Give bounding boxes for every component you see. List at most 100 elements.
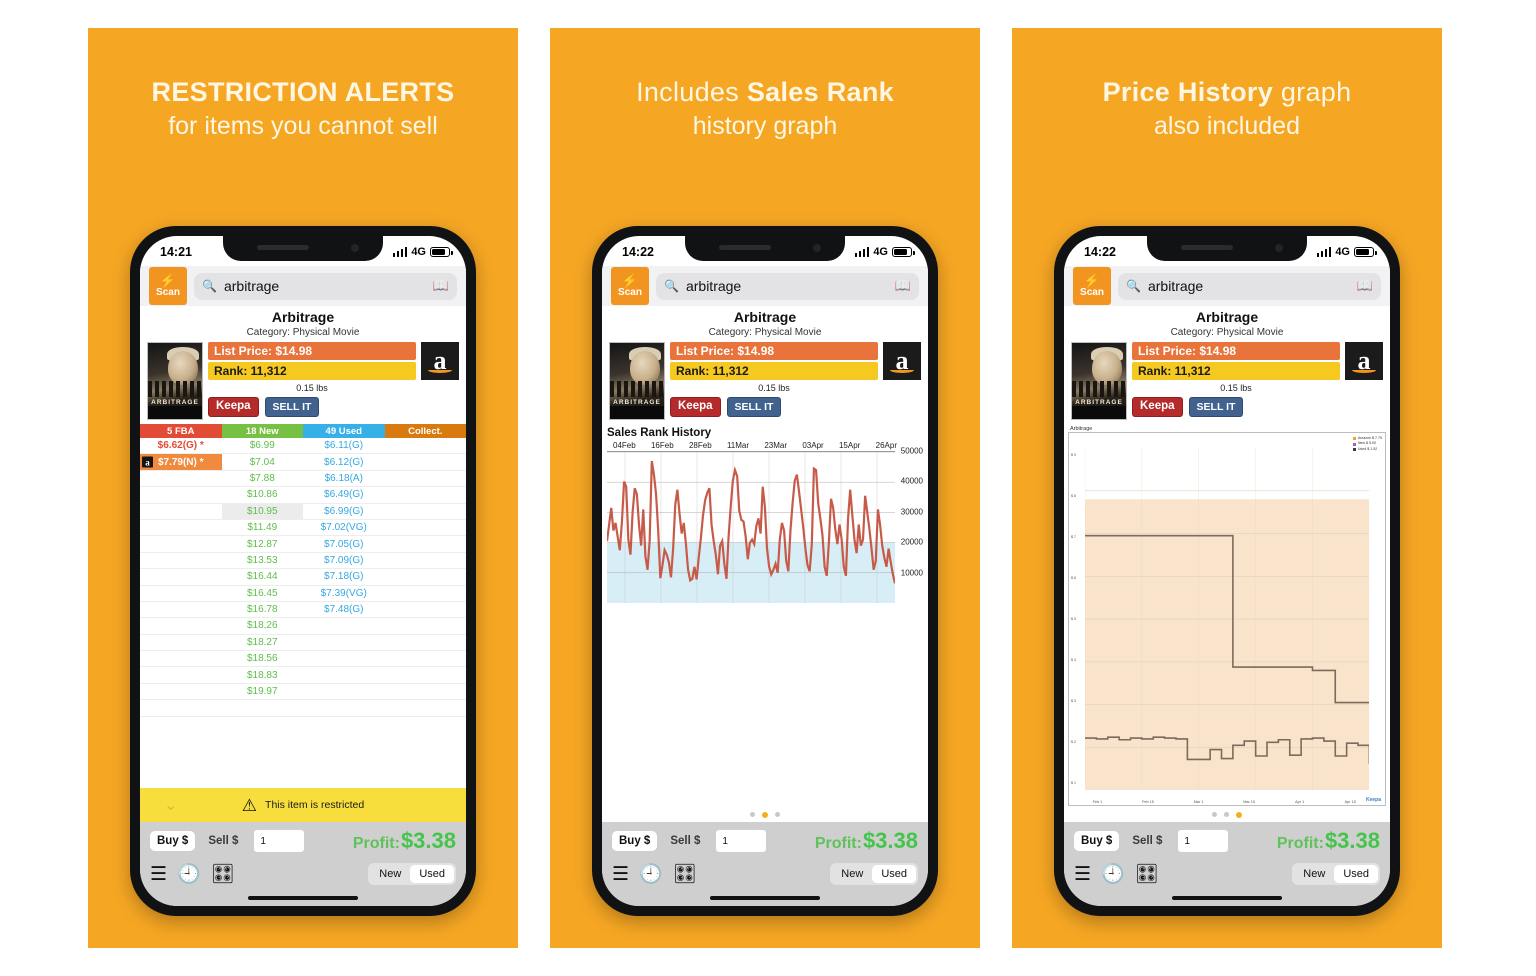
- table-row[interactable]: $10.86 $6.49(G): [140, 487, 466, 504]
- table-row[interactable]: $7.79(N) * a $7.04 $6.12(G): [140, 454, 466, 471]
- sliders-icon[interactable]: 🎛: [1135, 865, 1159, 884]
- cell-fba: [140, 651, 222, 666]
- cell-used: $7.09(G): [324, 554, 364, 566]
- condition-new[interactable]: New: [832, 865, 872, 883]
- search-value: arbitrage: [685, 278, 742, 294]
- sell-price-button[interactable]: Sell $: [201, 831, 245, 851]
- bottom-toolbar: Buy $ Sell $ 1 Profit: $3.38 ☰ 🕘 🎛 New U…: [140, 822, 466, 906]
- page-indicator-dots[interactable]: [602, 806, 928, 822]
- sell-it-button[interactable]: SELL IT: [1188, 397, 1244, 417]
- table-row[interactable]: $7.88 $6.18(A): [140, 471, 466, 488]
- page-dot-3[interactable]: [775, 812, 780, 817]
- table-row[interactable]: $6.62(G) * $6.99 $6.11(G): [140, 438, 466, 455]
- table-row[interactable]: $12.87 $7.05(G): [140, 536, 466, 553]
- sell-price-button[interactable]: Sell $: [663, 831, 707, 851]
- history-clock-icon[interactable]: 🕘: [1101, 865, 1125, 884]
- quantity-input[interactable]: 1: [1177, 829, 1230, 853]
- page-indicator-dots[interactable]: [1064, 806, 1390, 822]
- cell-new: $6.99: [249, 440, 275, 452]
- scan-button[interactable]: ⚡ Scan: [149, 267, 187, 305]
- table-row[interactable]: $16.45 $7.39(VG): [140, 586, 466, 602]
- keepa-y-tick-8: $ 1: [1071, 780, 1076, 785]
- keepa-chart-canvas[interactable]: Amazon $ 7.79 New $ 5.00 Used $ 1.52 $ 9 $ …: [1068, 432, 1386, 806]
- sell-it-button[interactable]: SELL IT: [726, 397, 782, 417]
- keepa-y-tick-1: $ 8: [1071, 494, 1076, 499]
- panel-1-heading-line1: RESTRICTION ALERTS: [151, 77, 455, 107]
- product-category: Category: Physical Movie: [1170, 327, 1284, 338]
- app-search-bar: ⚡ Scan 🔍 arbitrage 📖: [140, 266, 466, 306]
- chart-y-tick-labels: 50000 40000 30000 20000 10000: [895, 447, 923, 603]
- table-row[interactable]: $18.83: [140, 667, 467, 684]
- condition-toggle[interactable]: New Used: [1292, 863, 1380, 885]
- history-clock-icon[interactable]: 🕘: [639, 865, 663, 884]
- condition-new[interactable]: New: [1294, 865, 1334, 883]
- warning-triangle-icon: ⚠: [241, 795, 258, 815]
- sell-price-button[interactable]: Sell $: [1125, 831, 1169, 851]
- cell-used: $6.99(G): [324, 505, 364, 517]
- cell-new: $18.83: [246, 669, 278, 681]
- page-dot-1[interactable]: [1212, 812, 1217, 817]
- amazon-logo-icon[interactable]: a: [883, 342, 921, 380]
- column-header-new: 18 New: [221, 424, 303, 438]
- book-icon[interactable]: 📖: [895, 278, 911, 294]
- cell-collectible: [385, 667, 467, 682]
- search-icon: 🔍: [664, 279, 679, 293]
- page-dot-1[interactable]: [750, 812, 755, 817]
- keepa-button[interactable]: Keepa: [208, 397, 259, 417]
- page-dot-2[interactable]: [1224, 812, 1229, 817]
- phone-mockup-3: 14:22 4G ⚡ Scan 🔍 arbitrage 📖 Arbitrage …: [1054, 226, 1400, 916]
- page-dot-3[interactable]: [1236, 812, 1242, 818]
- search-input[interactable]: 🔍 arbitrage 📖: [656, 272, 919, 300]
- product-title: Arbitrage: [1195, 309, 1259, 325]
- table-row[interactable]: $10.95 $6.99(G): [140, 503, 466, 520]
- list-icon[interactable]: ☰: [1074, 865, 1091, 884]
- table-row[interactable]: [140, 700, 466, 717]
- legend-label: Used $ 1.52: [1357, 446, 1378, 451]
- buy-price-button[interactable]: Buy $: [150, 831, 196, 851]
- cell-new: $16.78: [246, 604, 278, 616]
- list-icon[interactable]: ☰: [612, 865, 629, 884]
- y-tick-3: 20000: [900, 537, 923, 547]
- book-icon[interactable]: 📖: [1357, 278, 1373, 294]
- keepa-button[interactable]: Keepa: [1132, 397, 1183, 417]
- scan-button[interactable]: ⚡ Scan: [611, 267, 649, 305]
- panel-price-history: Price History graph also included 14:22 …: [1012, 28, 1442, 948]
- buy-price-button[interactable]: Buy $: [1074, 831, 1120, 851]
- table-row[interactable]: $18.27: [140, 635, 466, 652]
- x-tick-3: 11Mar: [726, 441, 750, 450]
- amazon-logo-icon[interactable]: a: [1345, 342, 1383, 380]
- quantity-input[interactable]: 1: [253, 829, 306, 853]
- table-row[interactable]: $13.53 $7.09(G): [140, 553, 466, 570]
- condition-used[interactable]: Used: [410, 865, 454, 883]
- condition-toggle[interactable]: New Used: [368, 863, 456, 885]
- scan-button[interactable]: ⚡ Scan: [1073, 267, 1111, 305]
- keepa-button[interactable]: Keepa: [670, 397, 721, 417]
- sell-it-button[interactable]: SELL IT: [264, 397, 320, 417]
- search-input[interactable]: 🔍 arbitrage 📖: [194, 272, 457, 300]
- table-row[interactable]: $19.97: [140, 684, 466, 701]
- table-row[interactable]: $18.26: [140, 618, 466, 635]
- table-row[interactable]: $16.44 $7.18(G): [140, 569, 466, 586]
- book-icon[interactable]: 📖: [433, 278, 449, 294]
- search-input[interactable]: 🔍 arbitrage 📖: [1118, 272, 1381, 300]
- restriction-banner[interactable]: ⌄ ⚠ This item is restricted: [140, 788, 466, 822]
- condition-new[interactable]: New: [370, 865, 410, 883]
- condition-toggle[interactable]: New Used: [830, 863, 918, 885]
- buy-price-button[interactable]: Buy $: [612, 831, 658, 851]
- table-row[interactable]: $16.78 $7.48(G): [140, 602, 466, 619]
- quantity-input[interactable]: 1: [715, 829, 768, 853]
- table-row[interactable]: $11.49 $7.02(VG): [140, 520, 466, 537]
- page-dot-2[interactable]: [762, 812, 768, 818]
- sliders-icon[interactable]: 🎛: [211, 865, 235, 884]
- table-row[interactable]: $18.56: [140, 651, 466, 668]
- list-icon[interactable]: ☰: [150, 865, 167, 884]
- sliders-icon[interactable]: 🎛: [673, 865, 697, 884]
- status-time: 14:21: [160, 245, 192, 259]
- history-clock-icon[interactable]: 🕘: [177, 865, 201, 884]
- condition-used[interactable]: Used: [1334, 865, 1378, 883]
- network-label: 4G: [873, 246, 888, 258]
- condition-used[interactable]: Used: [872, 865, 916, 883]
- cell-fba: [140, 553, 222, 568]
- amazon-logo-icon[interactable]: a: [421, 342, 459, 380]
- panel-2-heading-pre: Includes: [636, 77, 747, 107]
